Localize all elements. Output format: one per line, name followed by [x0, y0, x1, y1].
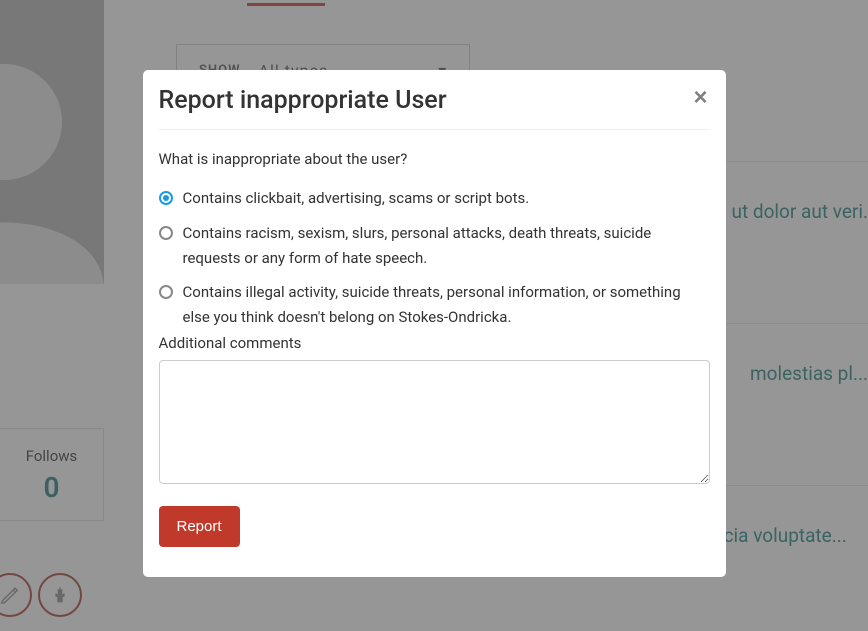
reason-label: Contains illegal activity, suicide threa…: [183, 280, 710, 330]
report-modal: Report inappropriate User × What is inap…: [143, 70, 726, 577]
comments-textarea[interactable]: [159, 360, 710, 484]
reason-radio[interactable]: [159, 191, 173, 205]
close-icon: ×: [693, 84, 707, 111]
modal-header: Report inappropriate User ×: [159, 86, 710, 130]
modal-overlay[interactable]: Report inappropriate User × What is inap…: [0, 0, 868, 631]
modal-title: Report inappropriate User: [159, 86, 447, 115]
reason-radio[interactable]: [159, 285, 173, 299]
reason-label: Contains clickbait, advertising, scams o…: [183, 186, 530, 211]
reason-option[interactable]: Contains clickbait, advertising, scams o…: [159, 186, 710, 211]
modal-body: What is inappropriate about the user? Co…: [159, 130, 710, 547]
reason-radio-group: Contains clickbait, advertising, scams o…: [159, 186, 710, 330]
modal-question: What is inappropriate about the user?: [159, 150, 710, 168]
report-button[interactable]: Report: [159, 506, 240, 547]
reason-radio[interactable]: [159, 226, 173, 240]
comments-label: Additional comments: [159, 334, 710, 352]
reason-option[interactable]: Contains illegal activity, suicide threa…: [159, 280, 710, 330]
reason-label: Contains racism, sexism, slurs, personal…: [183, 221, 710, 271]
close-button[interactable]: ×: [691, 86, 709, 110]
reason-option[interactable]: Contains racism, sexism, slurs, personal…: [159, 221, 710, 271]
